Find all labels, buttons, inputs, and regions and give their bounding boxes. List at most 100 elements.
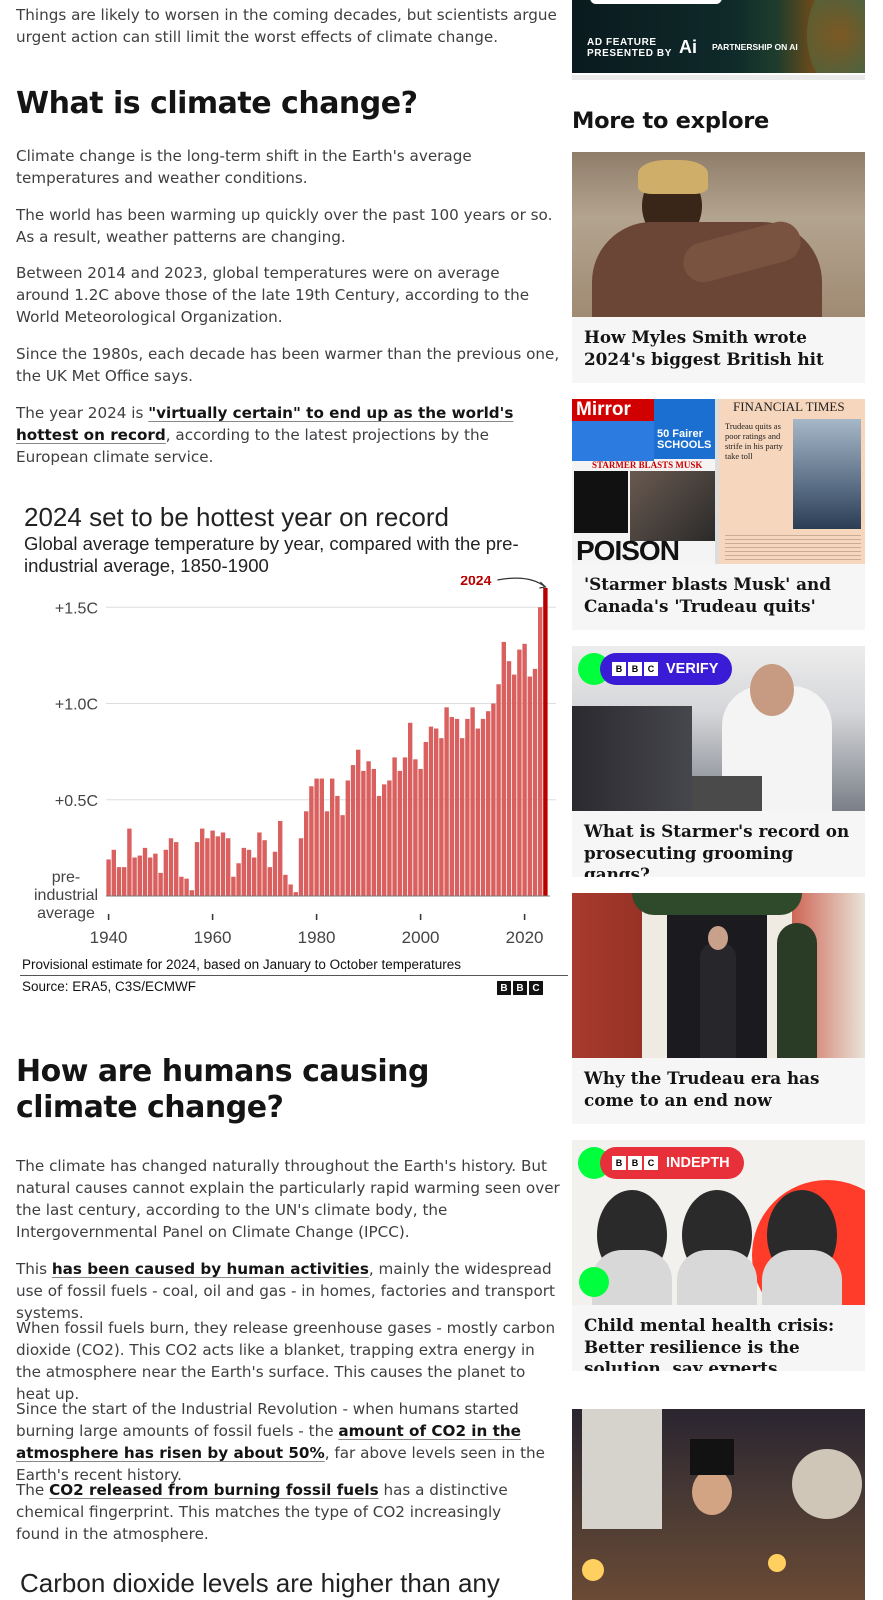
y-tick-label: +1.0C xyxy=(55,697,98,714)
co2-fossil-fuels-link[interactable]: CO2 released from burning fossil fuels xyxy=(49,1481,379,1499)
baseline-label: industrial xyxy=(34,887,98,904)
story-title: How Myles Smith wrote 2024's biggest Bri… xyxy=(584,327,824,369)
story-card[interactable]: BBC INDEPTH Child mental health crisis: … xyxy=(572,1140,865,1371)
bar xyxy=(142,847,148,896)
story-image xyxy=(572,893,865,1058)
bar xyxy=(371,768,376,896)
text: The xyxy=(16,1481,50,1499)
bar xyxy=(465,718,470,896)
paragraph: This has been caused by human activities… xyxy=(16,1258,561,1324)
paragraph: Since the start of the Industrial Revolu… xyxy=(16,1398,564,1486)
mirror-subhead xyxy=(574,471,628,533)
bar xyxy=(122,867,127,896)
human-activities-link[interactable]: has been caused by human activities xyxy=(52,1260,369,1278)
paragraph: Between 2014 and 2023, global temperatur… xyxy=(16,264,530,326)
bar xyxy=(376,795,382,896)
bar xyxy=(361,770,366,896)
bar xyxy=(215,836,220,896)
chart-source: Source: ERA5, C3S/ECMWF xyxy=(22,979,197,994)
story-image-partial[interactable] xyxy=(572,1409,865,1600)
bar-highlight xyxy=(543,588,548,896)
green-dot xyxy=(579,1267,609,1297)
x-tick-label: 1980 xyxy=(298,928,336,947)
bar xyxy=(413,759,418,896)
bar xyxy=(506,661,512,896)
bar xyxy=(449,716,454,896)
story-card[interactable]: How Myles Smith wrote 2024's biggest Bri… xyxy=(572,152,865,383)
bar xyxy=(304,811,309,896)
bar xyxy=(309,786,314,896)
story-image xyxy=(572,152,865,317)
bar xyxy=(272,851,278,896)
badge-label: VERIFY xyxy=(666,661,719,677)
verify-badge: BBC VERIFY xyxy=(600,653,733,685)
story-title: 'Starmer blasts Musk' and Canada's 'Trud… xyxy=(584,574,831,616)
bar xyxy=(324,811,330,896)
x-tick-label: 1960 xyxy=(194,928,232,947)
bar xyxy=(293,892,298,896)
bar xyxy=(179,876,184,896)
paragraph: Since the 1980s, each decade has been wa… xyxy=(16,345,560,385)
ad-button[interactable] xyxy=(590,0,722,4)
wreath xyxy=(632,893,802,915)
child-body xyxy=(762,1250,842,1305)
x-tick-label: 2000 xyxy=(402,928,440,947)
text: The year 2024 is xyxy=(16,404,149,422)
child-body xyxy=(677,1250,757,1305)
chart-note: Provisional estimate for 2024, based on … xyxy=(22,957,461,972)
tree-right xyxy=(777,923,817,1058)
bar xyxy=(392,757,397,896)
bar xyxy=(257,832,262,896)
heading-what-is-climate-change: What is climate change? xyxy=(16,86,418,121)
podium xyxy=(692,776,762,811)
bar xyxy=(366,761,371,896)
highlight-arrow xyxy=(497,577,546,588)
story-title: Child mental health crisis: Better resil… xyxy=(584,1315,835,1371)
story-card[interactable]: Why the Trudeau era has come to an end n… xyxy=(572,893,865,1124)
heading-how-humans-cause: How are humans causing climate change? xyxy=(16,1054,429,1125)
bar xyxy=(220,832,226,896)
bbc-mini-logo: BBC xyxy=(612,1156,658,1170)
bar xyxy=(298,838,304,896)
indepth-badge: BBC INDEPTH xyxy=(600,1147,744,1179)
house-facade xyxy=(582,1409,662,1529)
paragraph: Climate change is the long-term shift in… xyxy=(16,147,472,187)
bar xyxy=(532,668,538,896)
story-card[interactable]: BBC VERIFY What is Starmer's record on p… xyxy=(572,646,865,877)
paragraph: The climate has changed naturally throug… xyxy=(16,1157,560,1241)
bar xyxy=(423,742,428,896)
bar xyxy=(350,765,356,896)
bar xyxy=(153,853,158,896)
bar xyxy=(262,840,267,896)
mirror-front-page: Mirror 50 Fairer SCHOOLS STARMER BLASTS … xyxy=(572,399,715,564)
bbc-mini-logo: BBC xyxy=(612,662,658,676)
bbc-logo-letter: B xyxy=(612,662,626,676)
story-title: Why the Trudeau era has come to an end n… xyxy=(584,1068,820,1110)
paragraph: The year 2024 is "virtually certain" to … xyxy=(16,402,556,468)
bbc-logo-letter: C xyxy=(644,662,658,676)
story-card[interactable]: Mirror 50 Fairer SCHOOLS STARMER BLASTS … xyxy=(572,399,865,630)
bar xyxy=(226,838,231,896)
story-image: Mirror 50 Fairer SCHOOLS STARMER BLASTS … xyxy=(572,399,865,564)
bbc-logo: B B C xyxy=(497,981,543,995)
portrait-hair xyxy=(638,160,708,194)
person-head xyxy=(708,926,728,950)
person-coat xyxy=(700,943,736,1058)
bar xyxy=(444,707,449,896)
ft-bottom-strip xyxy=(725,534,861,560)
ad-banner[interactable]: AD FEATURE PRESENTED BY Ai PARTNERSHIP ON… xyxy=(572,0,865,73)
chart-subtitle: Global average temperature by year, comp… xyxy=(24,533,519,576)
bar xyxy=(480,718,486,896)
fur-hat xyxy=(792,1449,862,1519)
x-tick-label: 1940 xyxy=(90,928,128,947)
ft-front-page: FINANCIAL TIMES Trudeau quits as poor ra… xyxy=(719,399,865,564)
bar xyxy=(496,684,501,896)
ft-photo xyxy=(793,419,861,529)
bar xyxy=(174,842,179,896)
bbc-logo-letter: B xyxy=(612,1156,626,1170)
divider xyxy=(572,75,865,80)
bar xyxy=(538,607,543,896)
ad-label-line: AD FEATURE xyxy=(587,37,657,48)
mirror-bottom-headline: POISON xyxy=(576,535,680,564)
baseline-label: average xyxy=(37,905,95,922)
